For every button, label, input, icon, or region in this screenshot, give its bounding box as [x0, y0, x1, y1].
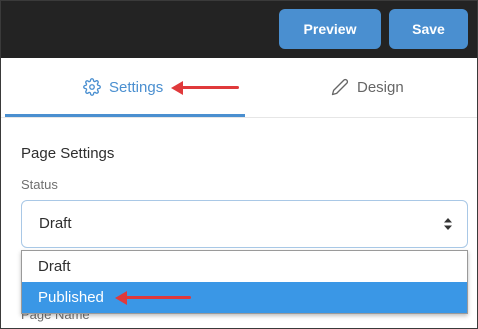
select-caret-icon: [443, 216, 453, 232]
preview-button[interactable]: Preview: [279, 9, 381, 49]
status-option-published[interactable]: Published: [22, 282, 467, 313]
status-dropdown-list: Draft Published: [21, 250, 468, 314]
save-button[interactable]: Save: [389, 9, 468, 49]
status-option-draft[interactable]: Draft: [22, 251, 467, 282]
pencil-icon: [331, 78, 349, 96]
annotation-arrow-published: [115, 291, 191, 305]
status-label: Status: [21, 177, 58, 192]
top-toolbar: Preview Save: [1, 1, 477, 58]
status-select[interactable]: Draft: [21, 200, 468, 248]
tab-bar: Settings Design: [1, 58, 477, 116]
tab-settings-label: Settings: [109, 78, 164, 96]
screenshot-frame: Preview Save Settings Design Page Settin…: [0, 0, 478, 329]
tab-design[interactable]: Design: [331, 58, 404, 116]
gear-icon: [83, 78, 101, 96]
status-select-value: Draft: [39, 215, 72, 232]
tab-settings[interactable]: Settings: [83, 58, 163, 116]
tabs-divider: [1, 117, 477, 118]
page-settings-title: Page Settings: [21, 145, 115, 162]
annotation-arrow-settings: [171, 81, 239, 95]
tab-design-label: Design: [357, 78, 404, 96]
